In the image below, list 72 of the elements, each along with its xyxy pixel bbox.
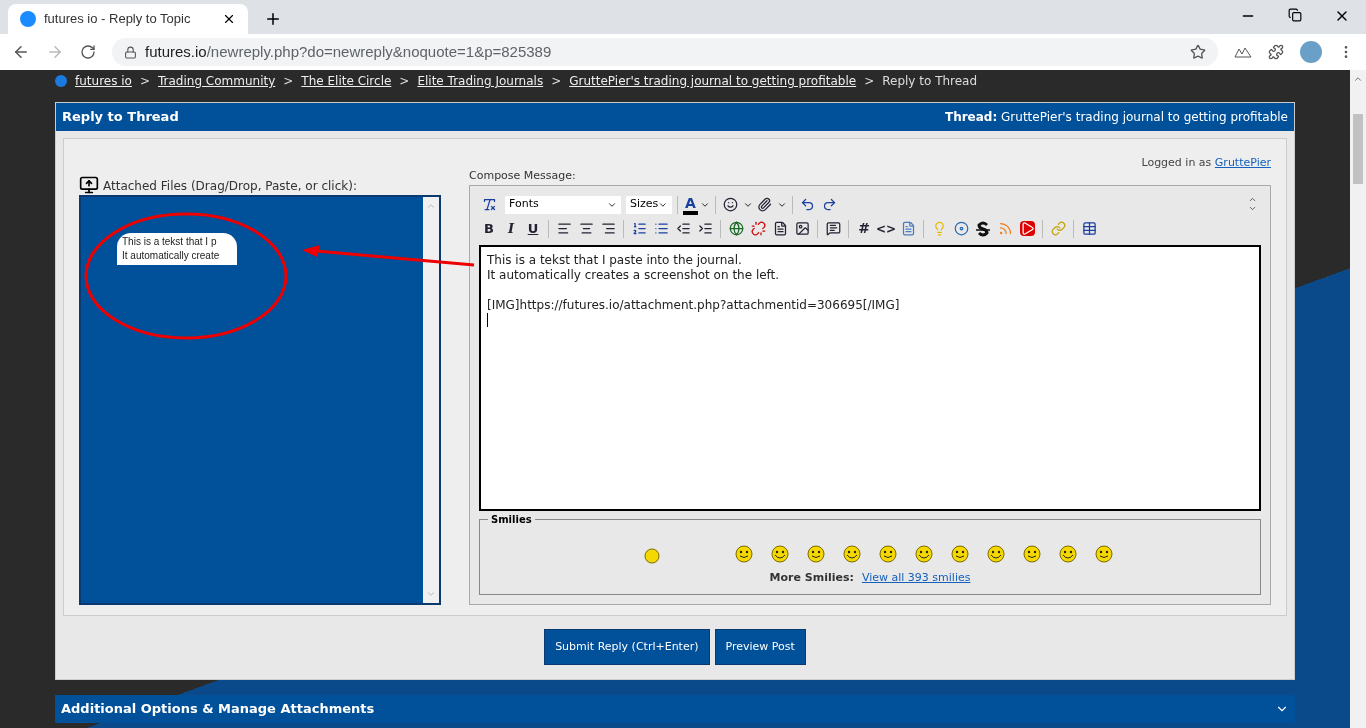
mountains-icon[interactable] [1234,46,1252,58]
message-line: This is a tekst that I paste into the journal. [487,252,743,268]
message-field[interactable]: This is a tekst that I paste into the journal. It automatically creates a screenshot on the left. [IMG]https://futures.io/attachment.php?attachmentid=306695[/IMG] [479,244,1261,511]
message-line: [IMG]https://futures.io/attachment.php?attachmentid=306695[/IMG] [487,297,901,313]
reload-icon[interactable] [80,44,96,60]
close-icon[interactable] [222,12,236,26]
lock-icon [124,45,137,59]
form-button[interactable]: Preview Post [714,629,806,665]
smiley-icon[interactable] [878,543,898,564]
user-link[interactable]: GruttePier [1214,156,1271,169]
smiley-icon[interactable] [1058,543,1078,564]
thumbnail-text: This is a tekst that I p [122,235,218,249]
smiley-icon[interactable] [770,543,790,564]
message-line: It automatically creates a screenshot on the left. [487,267,781,283]
text-color-button[interactable]: A [683,194,698,215]
breadcrumb-link[interactable]: futures io [75,72,132,90]
breadcrumb-separator: > [551,73,562,90]
page-scrollbar[interactable] [1350,70,1366,728]
thread-title: Thread: GruttePier's trading journal to getting profitable [944,109,1288,126]
breadcrumb-link[interactable]: The Elite Circle [301,72,392,90]
browser-tab[interactable]: futures io - Reply to Topic [8,4,248,34]
new-tab-icon[interactable] [264,10,282,28]
scroll-thumb[interactable] [1353,114,1363,184]
attachments-label: Attached Files (Drag/Drop, Paste, or click): [103,178,357,195]
bookmark-star-icon[interactable] [1190,44,1206,60]
more-smilies-label: More Smilies: [769,569,854,586]
size-select[interactable]: Sizes [626,195,672,214]
breadcrumb-separator: > [399,73,410,90]
url-text: futures.io/newreply.php?do=newreply&noquote=1&p=825389 [145,41,553,62]
smiley-icon[interactable] [842,543,862,564]
smiley-icon[interactable] [734,543,754,564]
format-button[interactable]: B [479,218,499,239]
smiley-icon[interactable] [986,543,1006,564]
font-select[interactable]: Fonts [505,195,621,214]
smiley-icon[interactable] [1022,543,1042,564]
scroll-up-icon[interactable] [1353,74,1363,84]
thumbnail-text: It automatically create [122,249,221,263]
options-bar[interactable]: Additional Options & Manage Attachments [55,695,1295,723]
format-button[interactable]: U [523,218,543,239]
video-icon[interactable] [1017,218,1037,239]
restore-icon[interactable] [1288,8,1302,22]
format-button[interactable]: I [501,218,521,239]
code-button[interactable]: <> [876,218,896,239]
options-title: Additional Options & Manage Attachments [61,700,375,719]
attachment-thumbnail[interactable]: This is a tekst that I p It automatically create [117,233,237,265]
attachment-drop-area[interactable]: This is a tekst that I p It automatically create [79,195,441,605]
login-text: Logged in as GruttePier [1141,155,1271,171]
breadcrumb-separator: > [139,73,150,90]
monitor-add-icon[interactable] [79,175,99,195]
breadcrumb-link[interactable]: Elite Trading Journals [417,72,544,90]
smiley-icon[interactable] [950,543,970,564]
hash-button[interactable]: # [854,218,874,239]
breadcrumb-separator: > [864,73,875,90]
smiley-icon[interactable] [806,543,826,564]
panel-title: Reply to Thread [62,108,179,127]
extensions-icon[interactable] [1268,44,1284,60]
compose-label: Compose Message: [469,168,576,184]
back-icon[interactable] [12,43,30,61]
form-button[interactable]: Submit Reply (Ctrl+Enter) [544,629,710,665]
breadcrumb-current: Reply to Thread [882,73,978,90]
view-smilies-link[interactable]: View all 393 smilies [861,569,971,586]
globe-logo-icon [55,75,67,87]
unlink-icon[interactable] [748,218,768,239]
breadcrumb-link[interactable]: GruttePier's trading journal to getting profitable [569,72,857,90]
breadcrumb-link[interactable]: Trading Community [158,72,276,90]
profile-avatar[interactable] [1300,41,1322,63]
smiley-icon[interactable] [914,543,934,564]
smiley-icon[interactable] [1094,543,1114,564]
tab-title: futures io - Reply to Topic [44,10,192,29]
breadcrumb-separator: > [283,73,294,90]
address-field[interactable]: futures.io/newreply.php?do=newreply&noquote=1&p=825389 [112,38,1218,66]
site-icon [20,11,36,27]
